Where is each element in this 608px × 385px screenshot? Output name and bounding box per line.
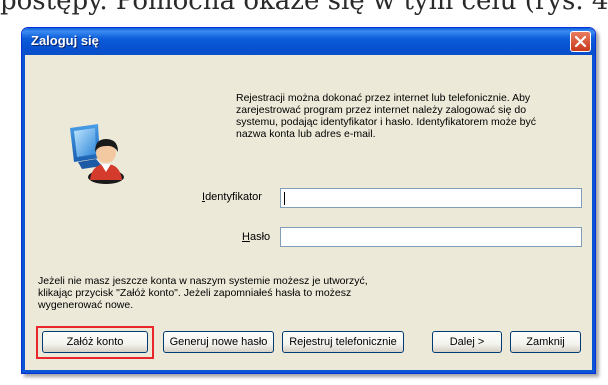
close-window-button[interactable] (570, 31, 591, 52)
close-icon (574, 35, 587, 48)
title-bar[interactable]: Zaloguj się (22, 28, 595, 55)
info-text: Rejestracji można dokonać przez internet… (236, 92, 536, 140)
window-frame-bottom (22, 370, 595, 373)
background-text: postępy. Pomocna okaże się w tym celu (r… (0, 0, 608, 16)
password-label-text: asło (249, 231, 271, 243)
identifier-label-text: dentyfikator (205, 191, 262, 203)
identifier-label: Identyfikator (202, 191, 262, 203)
register-phone-button[interactable]: Rejestruj telefonicznie (282, 331, 404, 353)
window-frame-right (592, 55, 595, 373)
next-button[interactable]: Dalej > (432, 331, 502, 353)
generate-password-button[interactable]: Generuj nowe hasło (163, 331, 274, 353)
password-label: Hasło (242, 231, 270, 243)
window-frame-left (22, 55, 25, 373)
identifier-input[interactable] (280, 188, 582, 208)
user-computer-icon (68, 122, 128, 188)
window-title: Zaloguj się (31, 33, 99, 48)
create-account-button[interactable]: Załóż konto (42, 331, 148, 353)
close-button[interactable]: Zamknij (510, 331, 581, 353)
text-caret (284, 192, 285, 205)
account-help-text: Jeżeli nie masz jeszcze konta w naszym s… (38, 275, 368, 311)
password-label-accel: H (242, 231, 250, 243)
password-input[interactable] (280, 227, 582, 247)
login-dialog: Zaloguj się Rejestracji można dokonać pr… (21, 27, 596, 374)
